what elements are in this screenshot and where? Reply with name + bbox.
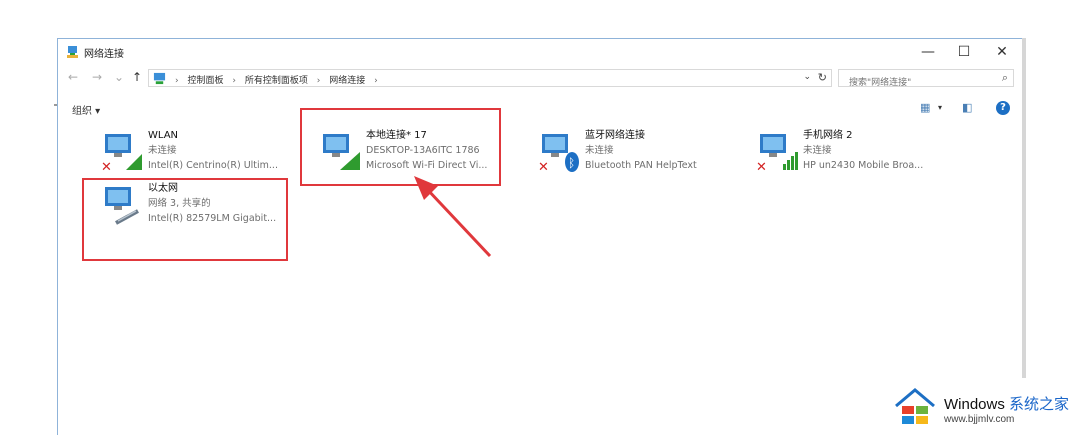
svg-text:✕: ✕	[101, 160, 112, 172]
maximize-button[interactable]: ☐	[946, 42, 982, 62]
back-arrow-icon[interactable]: ←	[68, 70, 78, 84]
navigation-bar: ← → ⌄ ↑ › 控制面板 › 所有控制面板项 › 网络连接 › ⌄ ↻ ⌕	[58, 67, 1024, 91]
watermark-brand-cn: 系统之家	[1009, 396, 1070, 413]
watermark-brand-en: Windows	[944, 396, 1005, 413]
connection-tile-bluetooth[interactable]: ᛒ ✕ 蓝牙网络连接 未连接 Bluetooth PAN HelpText	[537, 128, 727, 176]
search-box[interactable]: ⌕	[838, 69, 1014, 91]
close-button[interactable]: ✕	[984, 42, 1020, 62]
organize-button[interactable]: 组织 ▾	[72, 102, 100, 117]
forward-arrow-icon[interactable]: →	[92, 70, 102, 84]
connection-adapter: Bluetooth PAN HelpText	[585, 160, 697, 171]
red-arrow-annotation	[414, 176, 492, 258]
breadcrumb-separator: ›	[232, 76, 236, 86]
minimize-button[interactable]: —	[910, 42, 946, 62]
breadcrumb-control-panel[interactable]: 控制面板	[187, 76, 223, 86]
connection-adapter: HP un2430 Mobile Broa...	[803, 160, 924, 171]
breadcrumb-separator: ›	[316, 76, 321, 86]
highlight-box-ethernet	[82, 178, 288, 261]
breadcrumb-separator: ›	[374, 76, 378, 86]
connection-status: 未连接	[803, 145, 832, 156]
connection-status: 未连接	[585, 145, 614, 156]
breadcrumb-separator: ›	[175, 76, 179, 86]
breadcrumb: › 控制面板 › 所有控制面板项 › 网络连接 ›	[175, 73, 384, 86]
window-title: 网络连接	[84, 49, 124, 60]
watermark-brand: Windows 系统之家	[944, 393, 1069, 414]
search-icon[interactable]: ⌕	[1002, 71, 1008, 85]
command-bar: 组织 ▾ ▦ ▾ ◧ ?	[58, 99, 1024, 119]
svg-text:✕: ✕	[538, 160, 549, 172]
mobile-broadband-icon: ✕	[756, 134, 798, 172]
breadcrumb-network-connections[interactable]: 网络连接	[329, 76, 365, 86]
window-right-border	[1022, 38, 1026, 435]
watermark: Windows 系统之家 www.bjjmlv.com	[886, 378, 1080, 435]
connection-name: 手机网络 2	[803, 130, 853, 141]
preview-pane-icon[interactable]: ◧	[962, 101, 972, 114]
address-dropdown-icon[interactable]: ⌄	[803, 72, 811, 82]
title-bar: 网络连接 — ☐ ✕	[58, 39, 1024, 65]
bluetooth-adapter-icon: ᛒ ✕	[538, 134, 579, 172]
wifi-adapter-icon: ✕	[101, 134, 142, 172]
connection-name: WLAN	[148, 130, 179, 141]
view-dropdown-icon[interactable]: ▾	[938, 103, 942, 112]
windows-logo-icon	[895, 388, 935, 424]
breadcrumb-all-items[interactable]: 所有控制面板项	[245, 76, 308, 86]
connection-status: 未连接	[148, 145, 177, 156]
control-panel-icon	[153, 72, 166, 85]
connection-adapter: Intel(R) Centrino(R) Ultim...	[148, 160, 278, 171]
up-arrow-icon[interactable]: ↑	[132, 70, 142, 84]
svg-text:✕: ✕	[756, 160, 767, 172]
network-connections-app-icon	[67, 46, 78, 58]
search-input[interactable]	[847, 75, 991, 91]
connection-name: 蓝牙网络连接	[585, 130, 645, 141]
refresh-icon[interactable]: ↻	[818, 71, 827, 84]
connection-tile-mobile[interactable]: ✕ 手机网络 2 未连接 HP un2430 Mobile Broa...	[755, 128, 945, 176]
help-icon[interactable]: ?	[996, 101, 1010, 115]
watermark-url: www.bjjmlv.com	[944, 414, 1015, 425]
svg-text:ᛒ: ᛒ	[568, 156, 575, 170]
recent-locations-icon[interactable]: ⌄	[114, 70, 124, 84]
change-view-icon[interactable]: ▦	[920, 101, 930, 114]
connection-tile-wlan[interactable]: ✕ WLAN 未连接 Intel(R) Centrino(R) Ultim...	[100, 128, 290, 176]
address-bar[interactable]: › 控制面板 › 所有控制面板项 › 网络连接 › ⌄ ↻	[148, 69, 832, 87]
